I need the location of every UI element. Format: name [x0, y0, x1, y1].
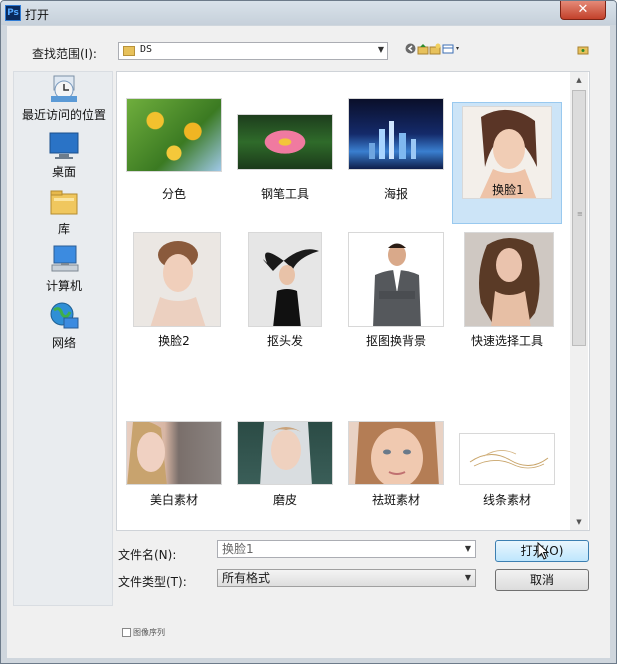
- file-item[interactable]: 钢笔工具: [230, 102, 340, 224]
- file-item[interactable]: 抠图换背景: [341, 229, 451, 351]
- places-bar: 最近访问的位置 桌面 库 计算机 网络: [13, 71, 113, 606]
- file-thumbnail: [126, 421, 222, 485]
- vertical-scrollbar[interactable]: ▲ ≡ ▼: [570, 72, 588, 530]
- file-thumbnail: [459, 433, 555, 485]
- file-item[interactable]: 祛斑素材: [341, 416, 451, 538]
- file-list-view[interactable]: 分色 钢笔工具 海报 换脸1 换脸2 抠头发 抠图换背景 快速选择工具 美白素材…: [116, 71, 590, 531]
- chevron-down-icon: ▼: [464, 573, 471, 582]
- image-sequence-label: 图像序列: [133, 628, 165, 637]
- recent-places-icon: [48, 72, 80, 104]
- file-name: 磨皮: [272, 493, 297, 507]
- file-name: 钢笔工具: [260, 187, 309, 201]
- file-thumbnail: [348, 98, 444, 170]
- filename-label: 文件名(N):: [118, 548, 177, 562]
- network-icon: [48, 300, 80, 332]
- place-recent[interactable]: 最近访问的位置: [14, 72, 114, 123]
- file-name: 换脸1: [492, 183, 524, 197]
- filename-input[interactable]: 换脸1 ▼: [217, 540, 476, 558]
- folder-options-icon[interactable]: [577, 43, 589, 55]
- file-item[interactable]: 抠头发: [230, 229, 340, 351]
- file-thumbnail: [126, 98, 222, 172]
- cancel-button[interactable]: 取消: [495, 569, 589, 591]
- place-desktop[interactable]: 桌面: [14, 129, 114, 180]
- filetype-select[interactable]: 所有格式 ▼: [217, 569, 476, 587]
- scrollbar-thumb[interactable]: ≡: [572, 90, 586, 346]
- look-in-value: DS: [140, 44, 153, 55]
- up-folder-icon[interactable]: [417, 43, 429, 55]
- file-thumbnail: [237, 421, 333, 485]
- file-name: 抠头发: [266, 334, 303, 348]
- title-bar: Ps 打开 ✕: [1, 1, 616, 25]
- file-name: 海报: [383, 187, 408, 201]
- place-computer[interactable]: 计算机: [14, 243, 114, 294]
- place-network[interactable]: 网络: [14, 300, 114, 351]
- file-name: 快速选择工具: [470, 334, 543, 348]
- checkbox-icon[interactable]: [122, 628, 131, 637]
- file-item[interactable]: 海报: [341, 98, 451, 224]
- look-in-label: 查找范围(I):: [32, 47, 97, 61]
- scroll-up-icon[interactable]: ▲: [570, 72, 588, 88]
- filetype-label: 文件类型(T):: [118, 575, 187, 589]
- folder-icon: [123, 46, 135, 56]
- file-name: 分色: [161, 187, 186, 201]
- file-thumbnail: [464, 232, 554, 327]
- file-item[interactable]: 磨皮: [230, 416, 340, 538]
- scroll-down-icon[interactable]: ▼: [570, 514, 588, 530]
- photoshop-app-icon: Ps: [5, 5, 21, 21]
- file-item[interactable]: 美白素材: [119, 416, 229, 538]
- file-name: 祛斑素材: [371, 493, 420, 507]
- window-title: 打开: [25, 8, 50, 22]
- file-name: 换脸2: [158, 334, 190, 348]
- filetype-value: 所有格式: [222, 571, 271, 585]
- file-item-selected[interactable]: 换脸1: [452, 102, 562, 224]
- grip-icon: ≡: [577, 210, 583, 218]
- place-label-computer: 计算机: [45, 279, 82, 293]
- file-name: 线条素材: [482, 493, 531, 507]
- chevron-down-icon[interactable]: ▼: [465, 541, 471, 557]
- file-item[interactable]: 换脸2: [119, 229, 229, 351]
- file-thumbnail: [237, 114, 333, 170]
- file-thumbnail: [348, 421, 444, 485]
- place-label-desktop: 桌面: [51, 165, 76, 179]
- filename-value: 换脸1: [222, 542, 254, 556]
- file-thumbnail: [133, 232, 221, 327]
- open-file-dialog: Ps 打开 ✕ 查找范围(I): DS ▼ 最近访问的位置 桌面 库 计算机 网…: [0, 0, 617, 664]
- image-sequence-checkbox[interactable]: 图像序列: [122, 627, 165, 638]
- place-label-libraries: 库: [57, 222, 70, 236]
- libraries-icon: [48, 186, 80, 218]
- file-item[interactable]: 线条素材: [452, 416, 562, 538]
- place-libraries[interactable]: 库: [14, 186, 114, 237]
- desktop-icon: [48, 129, 80, 161]
- file-name: 抠图换背景: [365, 334, 426, 348]
- file-item[interactable]: 分色: [119, 98, 229, 224]
- file-thumbnail: [348, 232, 444, 327]
- place-label-recent: 最近访问的位置: [21, 108, 106, 122]
- mouse-cursor-icon: [537, 541, 551, 567]
- file-name: 美白素材: [149, 493, 198, 507]
- file-item[interactable]: 快速选择工具: [452, 229, 562, 351]
- file-thumbnail: [248, 232, 322, 327]
- new-folder-icon[interactable]: [429, 43, 441, 55]
- computer-icon: [48, 243, 80, 275]
- view-menu-icon[interactable]: [442, 43, 462, 55]
- back-icon[interactable]: [404, 43, 416, 55]
- close-button[interactable]: ✕: [560, 1, 606, 20]
- chevron-down-icon: ▼: [377, 45, 384, 54]
- look-in-dropdown[interactable]: DS ▼: [118, 42, 388, 60]
- dialog-body: 查找范围(I): DS ▼ 最近访问的位置 桌面 库 计算机 网络 分色 钢笔工…: [7, 26, 610, 658]
- place-label-network: 网络: [51, 336, 76, 350]
